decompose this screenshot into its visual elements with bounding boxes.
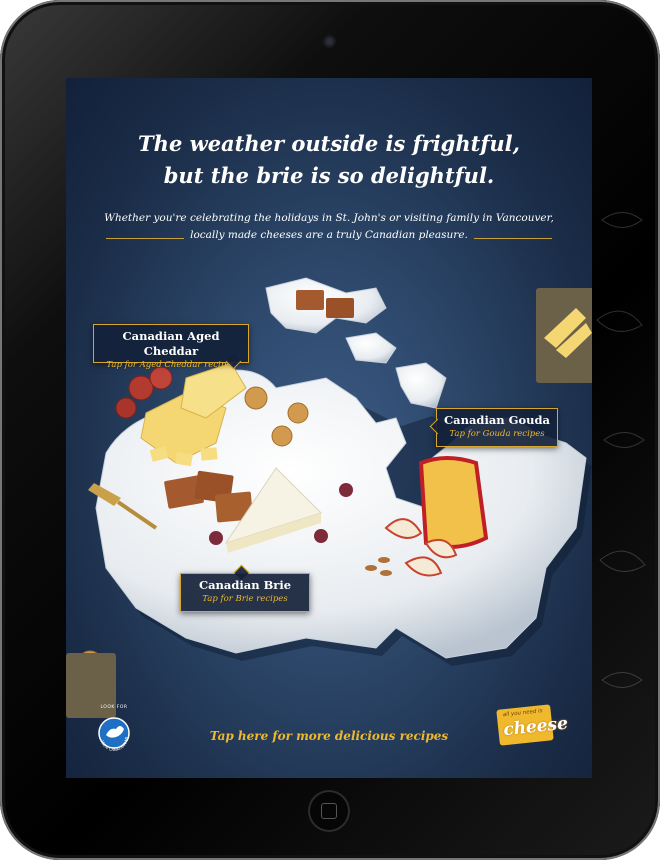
gouda-cheese: [418, 456, 489, 549]
headline-line-1: The weather outside is frightful,: [138, 131, 520, 156]
callout-gouda-link[interactable]: Tap for Gouda recipes: [437, 428, 557, 440]
slate-board: [536, 288, 592, 383]
board-island-east: [395, 362, 447, 409]
ad-headline: The weather outside is frightful, but th…: [66, 128, 592, 192]
subtext-rule-right: [474, 238, 552, 239]
callout-gouda-title: Canadian Gouda: [444, 413, 550, 427]
subtext-rule-left: [106, 238, 184, 239]
bezel-decoration: [596, 212, 646, 688]
callout-cheddar-title: Canadian Aged Cheddar: [122, 329, 220, 358]
home-button-square: [321, 803, 337, 819]
ad-screen: The weather outside is frightful, but th…: [66, 78, 592, 778]
callout-brie-link[interactable]: Tap for Brie recipes: [181, 593, 309, 605]
subtext-line-2: locally made cheeses are a truly Canadia…: [190, 229, 468, 241]
look-for-label: LOOK FOR: [100, 705, 128, 710]
camera-icon: [324, 36, 335, 47]
callout-brie[interactable]: Canadian Brie Tap for Brie recipes: [180, 573, 310, 612]
subtext-line-1: Whether you're celebrating the holidays …: [104, 212, 554, 224]
board-island-small: [345, 332, 397, 364]
all-you-need-is-cheese-logo: all you need is cheese: [496, 704, 569, 746]
callout-brie-title: Canadian Brie: [198, 578, 292, 592]
headline-line-2: but the brie is so delightful.: [163, 163, 495, 188]
callout-gouda[interactable]: Canadian Gouda Tap for Gouda recipes: [436, 408, 558, 447]
callout-cheddar[interactable]: Canadian Aged Cheddar Tap for Aged Chedd…: [93, 324, 249, 370]
